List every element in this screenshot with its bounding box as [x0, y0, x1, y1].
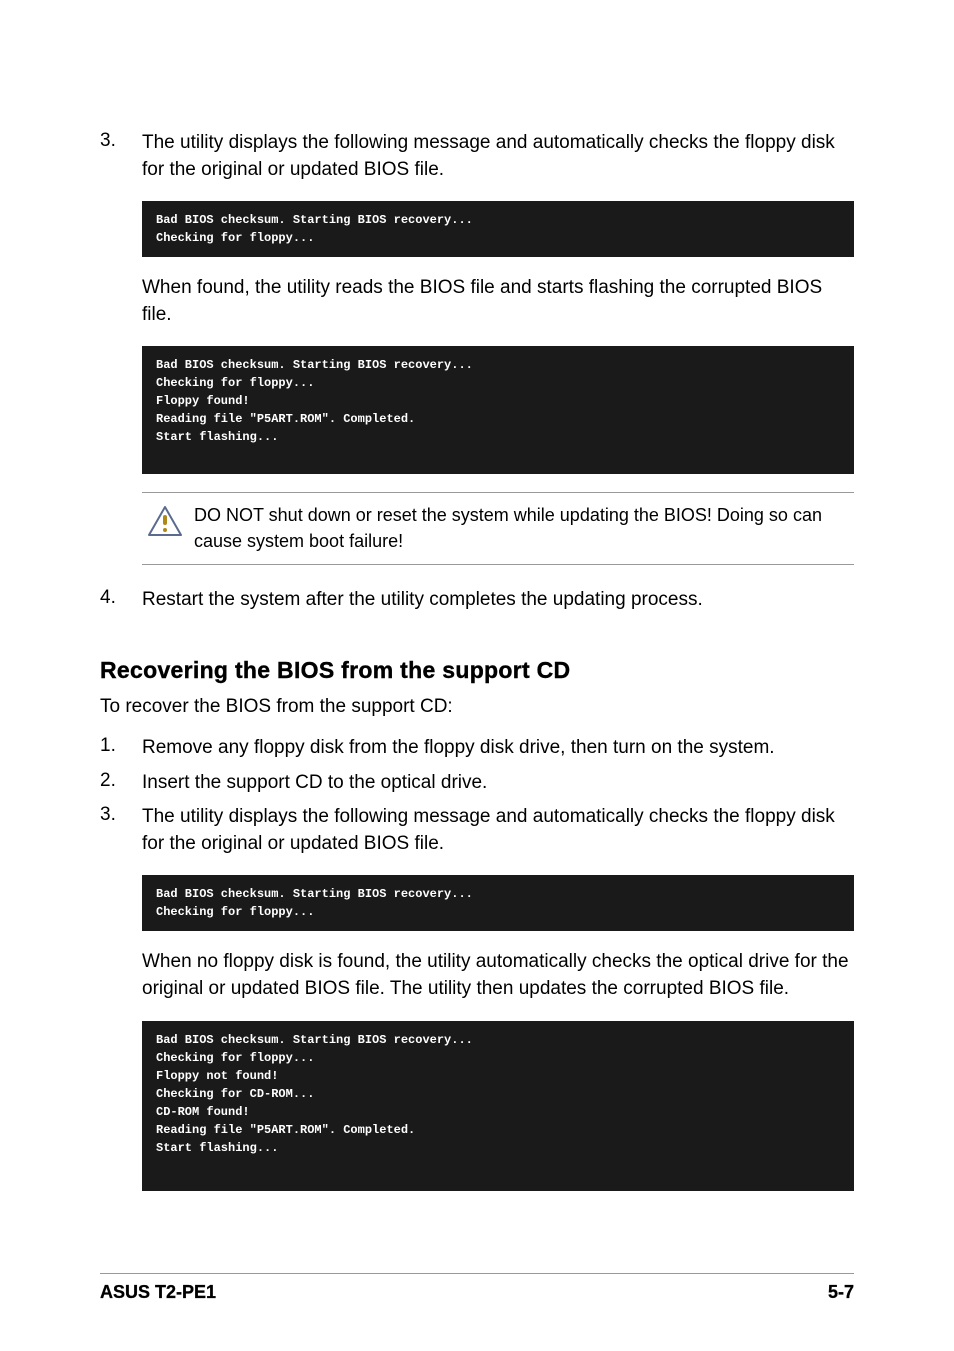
- warning-callout: DO NOT shut down or reset the system whi…: [142, 492, 854, 564]
- step-text: Remove any floppy disk from the floppy d…: [142, 735, 854, 762]
- cd-step-3: 3. The utility displays the following me…: [100, 804, 854, 857]
- step-text: Insert the support CD to the optical dri…: [142, 770, 854, 797]
- step-number: 3.: [100, 130, 142, 183]
- cd-step-2: 2. Insert the support CD to the optical …: [100, 770, 854, 797]
- console-output-3: Bad BIOS checksum. Starting BIOS recover…: [142, 875, 854, 931]
- step-number: 3.: [100, 804, 142, 857]
- page: 3. The utility displays the following me…: [0, 0, 954, 1351]
- step-number: 2.: [100, 770, 142, 797]
- paragraph-no-floppy: When no floppy disk is found, the utilit…: [142, 949, 854, 1002]
- warning-text: DO NOT shut down or reset the system whi…: [188, 503, 854, 553]
- section-heading: Recovering the BIOS from the support CD: [100, 657, 854, 684]
- console-output-1: Bad BIOS checksum. Starting BIOS recover…: [142, 201, 854, 257]
- step-text: The utility displays the following messa…: [142, 130, 854, 183]
- paragraph-found: When found, the utility reads the BIOS f…: [142, 275, 854, 328]
- step-text: Restart the system after the utility com…: [142, 587, 854, 614]
- console-output-4: Bad BIOS checksum. Starting BIOS recover…: [142, 1021, 854, 1191]
- step-4: 4. Restart the system after the utility …: [100, 587, 854, 614]
- step-number: 1.: [100, 735, 142, 762]
- footer-page-number: 5-7: [828, 1282, 854, 1303]
- console-output-2: Bad BIOS checksum. Starting BIOS recover…: [142, 346, 854, 474]
- step-number: 4.: [100, 587, 142, 614]
- section-intro: To recover the BIOS from the support CD:: [100, 694, 854, 721]
- step-3: 3. The utility displays the following me…: [100, 130, 854, 183]
- cd-step-1: 1. Remove any floppy disk from the flopp…: [100, 735, 854, 762]
- footer-product: ASUS T2-PE1: [100, 1282, 216, 1303]
- step-text: The utility displays the following messa…: [142, 804, 854, 857]
- warning-icon: [142, 503, 188, 537]
- page-footer: ASUS T2-PE1 5-7: [100, 1273, 854, 1303]
